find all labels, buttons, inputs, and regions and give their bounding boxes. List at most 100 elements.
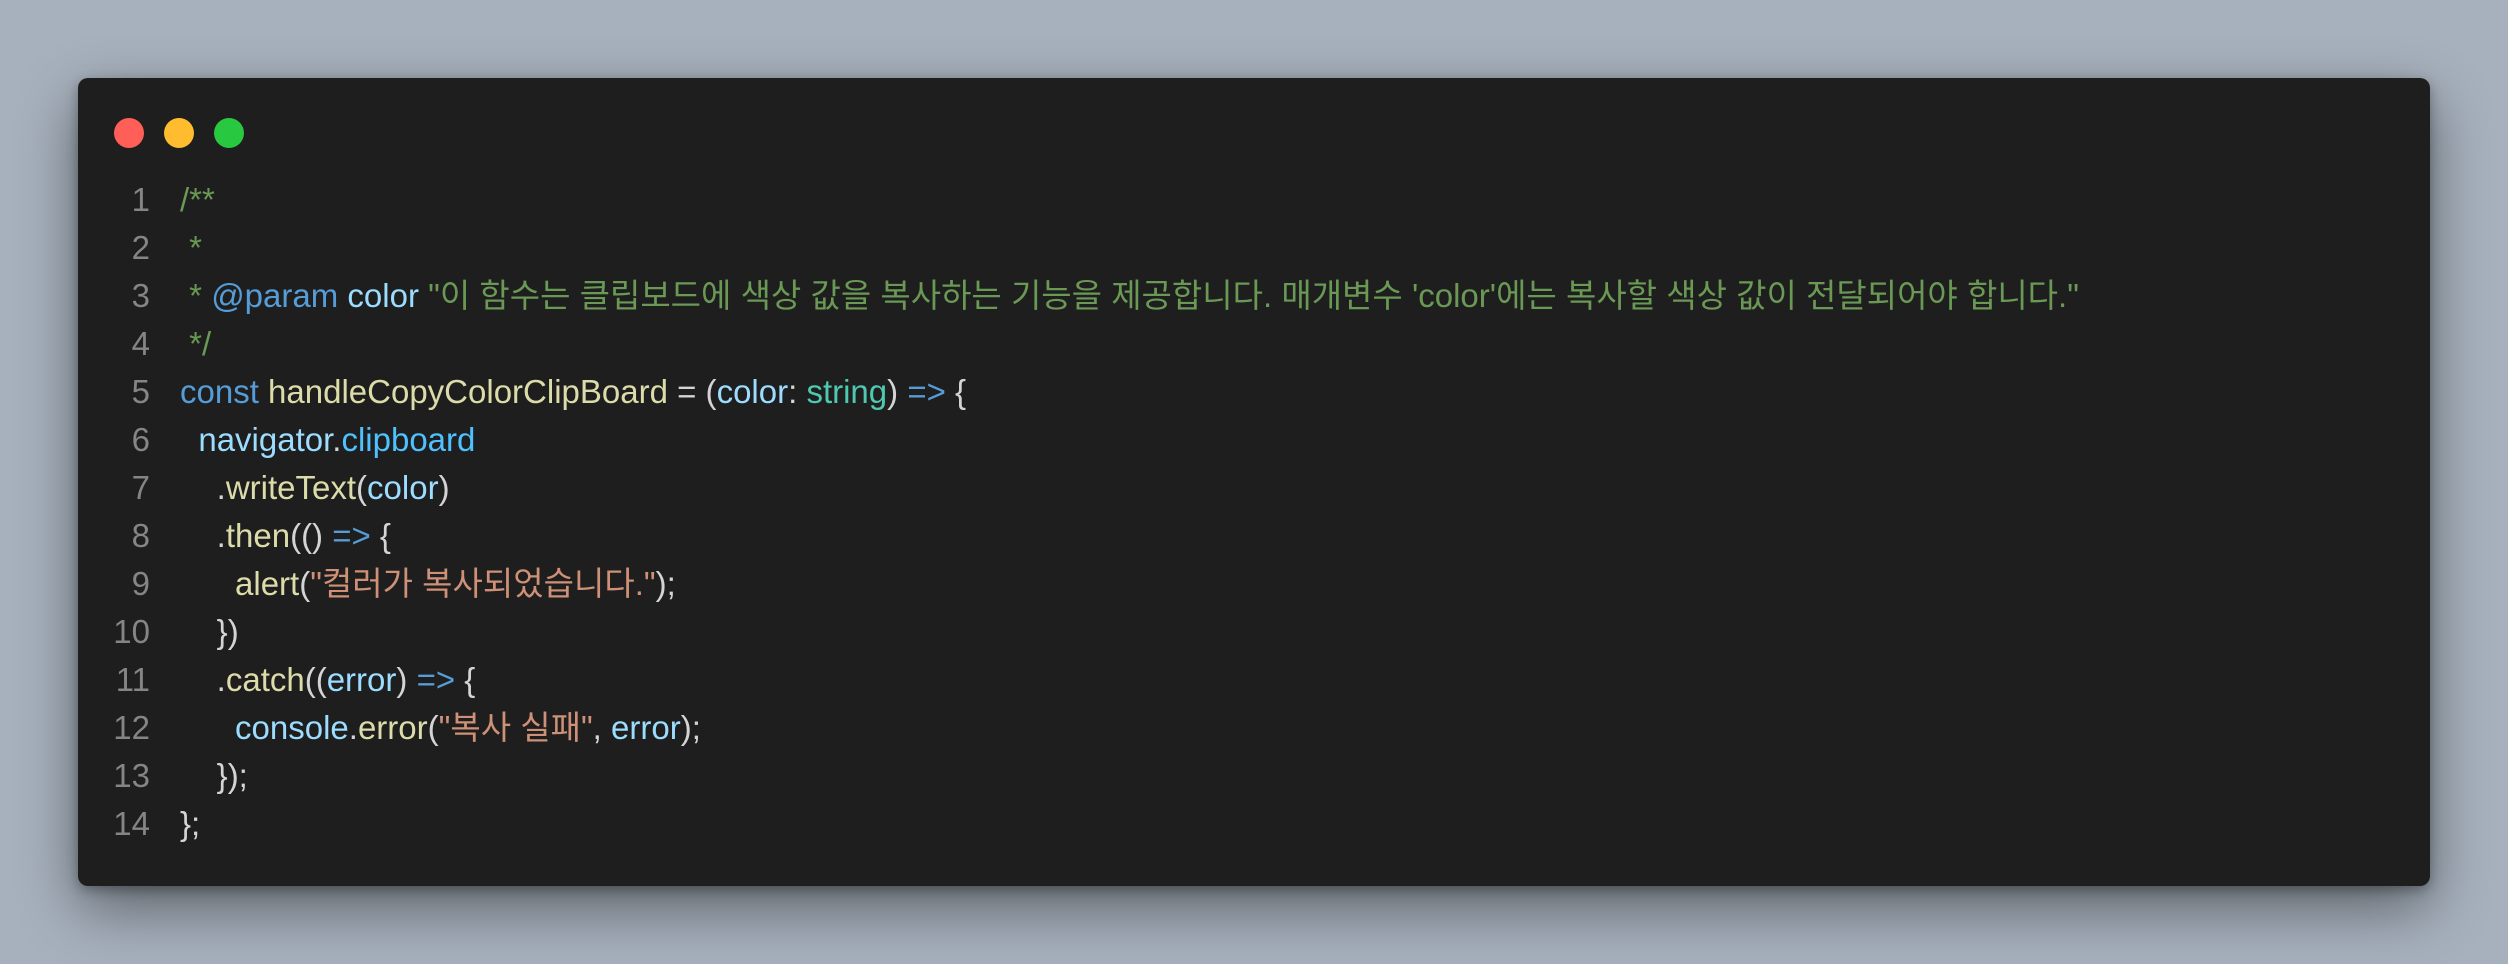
line-number: 14 bbox=[113, 805, 150, 842]
punct-token: . bbox=[180, 517, 226, 554]
variable-token: color bbox=[716, 373, 789, 410]
comment-token: "이 함수는 클립보드에 색상 값을 복사하는 기능을 제공합니다. 매개변수 … bbox=[418, 277, 2079, 314]
code-line: 9 alert("컬러가 복사되었습니다."); bbox=[78, 560, 2430, 608]
punct-token: : bbox=[788, 373, 807, 410]
indent-token bbox=[180, 421, 198, 458]
variable-token: navigator bbox=[198, 421, 333, 458]
punct-token: ) bbox=[887, 373, 908, 410]
function-name-token: handleCopyColorClipBoard bbox=[268, 373, 668, 410]
punct-token: = ( bbox=[667, 373, 717, 410]
arrow-token: => bbox=[907, 373, 946, 410]
punct-token: (() bbox=[290, 517, 333, 554]
line-content: }) bbox=[150, 608, 239, 656]
line-content: console.error("복사 실패", error); bbox=[150, 704, 701, 752]
function-call-token: alert bbox=[235, 565, 300, 602]
punct-token: (( bbox=[304, 661, 327, 698]
punct-token: ( bbox=[427, 709, 439, 746]
window-controls bbox=[114, 118, 244, 148]
line-content: .then(() => { bbox=[150, 512, 391, 560]
variable-token: color bbox=[367, 469, 439, 506]
line-content: */ bbox=[150, 320, 211, 368]
code-line: 13 }); bbox=[78, 752, 2430, 800]
line-content: alert("컬러가 복사되었습니다."); bbox=[150, 560, 676, 608]
code-line: 8 .then(() => { bbox=[78, 512, 2430, 560]
line-number: 3 bbox=[131, 277, 150, 314]
punct-token: { bbox=[945, 373, 967, 410]
punct-token: ) bbox=[438, 469, 450, 506]
line-number: 8 bbox=[131, 517, 150, 554]
code-window: 1 /** 2 * 3 * @param color "이 함수는 클립보드에 … bbox=[78, 78, 2430, 886]
method-token: then bbox=[225, 517, 291, 554]
punct-token: { bbox=[455, 661, 476, 698]
comment-token: /** bbox=[180, 181, 215, 218]
code-line: 5 const handleCopyColorClipBoard = (colo… bbox=[78, 368, 2430, 416]
string-token: "복사 실패" bbox=[438, 709, 593, 746]
line-content: }; bbox=[150, 800, 200, 848]
code-line: 4 */ bbox=[78, 320, 2430, 368]
minimize-dot-icon[interactable] bbox=[164, 118, 194, 148]
line-content: * @param color "이 함수는 클립보드에 색상 값을 복사하는 기… bbox=[150, 272, 2079, 320]
code-line: 2 * bbox=[78, 224, 2430, 272]
line-number: 4 bbox=[131, 325, 150, 362]
variable-token: error bbox=[326, 661, 397, 698]
line-number: 5 bbox=[131, 373, 150, 410]
arrow-token: => bbox=[416, 661, 456, 698]
code-line: 6 navigator.clipboard bbox=[78, 416, 2430, 464]
code-line: 3 * @param color "이 함수는 클립보드에 색상 값을 복사하는… bbox=[78, 272, 2430, 320]
line-number: 10 bbox=[113, 613, 150, 650]
line-number: 11 bbox=[115, 661, 150, 698]
jsdoc-tag-token: @param bbox=[211, 277, 339, 314]
type-token: string bbox=[806, 373, 888, 410]
punct-token: . bbox=[348, 709, 358, 746]
method-token: catch bbox=[225, 661, 305, 698]
punct-token bbox=[259, 373, 268, 410]
indent-token bbox=[180, 565, 235, 602]
arrow-token: => bbox=[332, 517, 371, 554]
punct-token: . bbox=[180, 661, 226, 698]
maximize-dot-icon[interactable] bbox=[214, 118, 244, 148]
comment-token: * bbox=[180, 277, 212, 314]
code-line: 14 }; bbox=[78, 800, 2430, 848]
line-content: navigator.clipboard bbox=[150, 416, 475, 464]
code-line: 7 .writeText(color) bbox=[78, 464, 2430, 512]
keyword-token: const bbox=[180, 373, 259, 410]
line-content: }); bbox=[150, 752, 248, 800]
comment-token: */ bbox=[180, 325, 212, 362]
line-number: 13 bbox=[113, 757, 150, 794]
line-number: 7 bbox=[131, 469, 150, 506]
punct-token: { bbox=[370, 517, 391, 554]
line-number: 1 bbox=[131, 181, 150, 218]
code-line: 1 /** bbox=[78, 176, 2430, 224]
code-line: 12 console.error("복사 실패", error); bbox=[78, 704, 2430, 752]
punct-token: . bbox=[180, 469, 226, 506]
close-dot-icon[interactable] bbox=[114, 118, 144, 148]
punct-token: ( bbox=[299, 565, 311, 602]
string-token: "컬러가 복사되었습니다." bbox=[310, 565, 656, 602]
comment-token: * bbox=[180, 229, 203, 266]
method-token: error bbox=[357, 709, 428, 746]
line-content: .catch((error) => { bbox=[150, 656, 476, 704]
punct-token: }) bbox=[180, 613, 239, 650]
punct-token: }; bbox=[180, 805, 201, 842]
indent-token bbox=[180, 709, 235, 746]
variable-token: error bbox=[611, 709, 681, 746]
punct-token: ); bbox=[680, 709, 701, 746]
line-content: * bbox=[150, 224, 202, 272]
line-number: 2 bbox=[131, 229, 150, 266]
punct-token: ) bbox=[396, 661, 417, 698]
line-content: const handleCopyColorClipBoard = (color:… bbox=[150, 368, 966, 416]
line-number: 9 bbox=[131, 565, 150, 602]
punct-token: }); bbox=[180, 757, 248, 794]
line-number: 12 bbox=[113, 709, 150, 746]
punct-token: , bbox=[592, 709, 612, 746]
code-line: 10 }) bbox=[78, 608, 2430, 656]
line-content: .writeText(color) bbox=[150, 464, 450, 512]
code-line: 11 .catch((error) => { bbox=[78, 656, 2430, 704]
param-name-token: color bbox=[347, 277, 419, 314]
line-number: 6 bbox=[131, 421, 150, 458]
punct-token: ); bbox=[655, 565, 676, 602]
variable-token: console bbox=[235, 709, 349, 746]
punct-token: ( bbox=[356, 469, 368, 506]
code-block: 1 /** 2 * 3 * @param color "이 함수는 클립보드에 … bbox=[78, 176, 2430, 848]
line-content: /** bbox=[150, 176, 215, 224]
